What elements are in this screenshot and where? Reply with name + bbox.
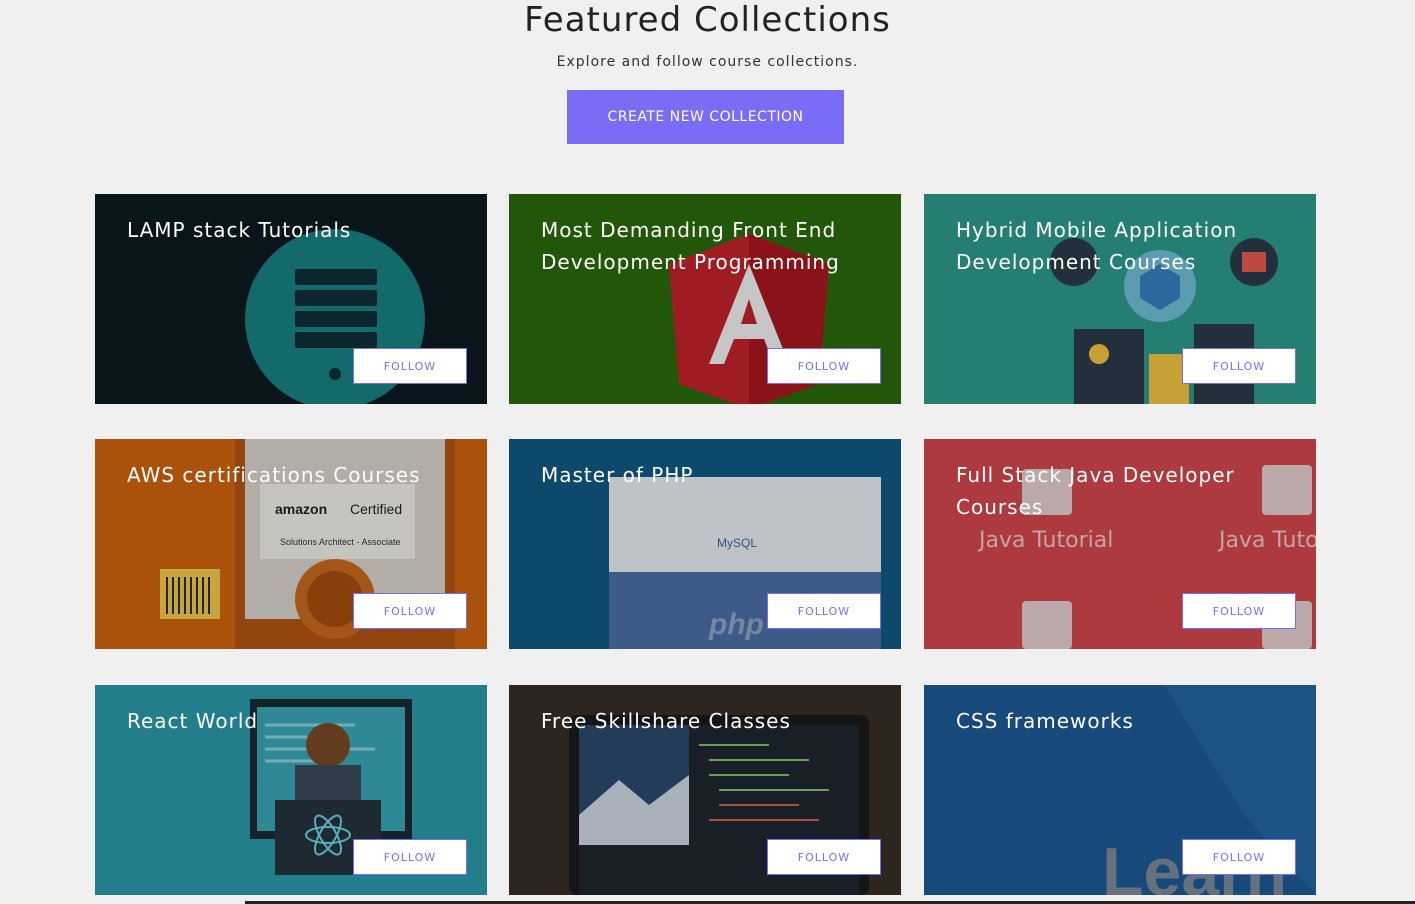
card-title: Master of PHP (541, 463, 694, 487)
page-title: Featured Collections (524, 0, 891, 40)
follow-button[interactable]: FOLLOW (353, 593, 467, 629)
collection-card-frontend[interactable]: Most Demanding Front End Development Pro… (509, 194, 901, 404)
collection-card-php[interactable]: MySQL php Master of PHP FOLLOW (509, 439, 901, 649)
card-title: Hybrid Mobile Application Development Co… (956, 218, 1238, 274)
card-title: LAMP stack Tutorials (127, 218, 352, 242)
card-title: AWS certifications Courses (127, 463, 421, 487)
collection-card-css[interactable]: Learn CSS frameworks FOLLOW (924, 685, 1316, 895)
collection-card-hybrid-mobile[interactable]: Hybrid Mobile Application Development Co… (924, 194, 1316, 404)
card-title: CSS frameworks (956, 709, 1134, 733)
card-title: Most Demanding Front End Development Pro… (541, 218, 840, 274)
page-subtitle: Explore and follow course collections. (556, 54, 859, 70)
collection-card-java[interactable]: Java Tutorial Java Tutorial Full Stack J… (924, 439, 1316, 649)
card-title: Free Skillshare Classes (541, 709, 791, 733)
follow-button[interactable]: FOLLOW (1182, 839, 1296, 875)
card-title: Full Stack Java Developer Courses (956, 463, 1235, 519)
collection-card-lamp[interactable]: LAMP stack Tutorials FOLLOW (95, 194, 487, 404)
card-title: React World (127, 709, 259, 733)
follow-button[interactable]: FOLLOW (353, 348, 467, 384)
follow-button[interactable]: FOLLOW (767, 593, 881, 629)
follow-button[interactable]: FOLLOW (1182, 593, 1296, 629)
create-collection-button[interactable]: CREATE NEW COLLECTION (567, 90, 844, 144)
collection-card-skillshare[interactable]: Free Skillshare Classes FOLLOW (509, 685, 901, 895)
follow-button[interactable]: FOLLOW (767, 348, 881, 384)
follow-button[interactable]: FOLLOW (767, 839, 881, 875)
follow-button[interactable]: FOLLOW (1182, 348, 1296, 384)
collection-card-react[interactable]: React World FOLLOW (95, 685, 487, 895)
collection-card-aws[interactable]: amazon Certified Solutions Architect - A… (95, 439, 487, 649)
follow-button[interactable]: FOLLOW (353, 839, 467, 875)
